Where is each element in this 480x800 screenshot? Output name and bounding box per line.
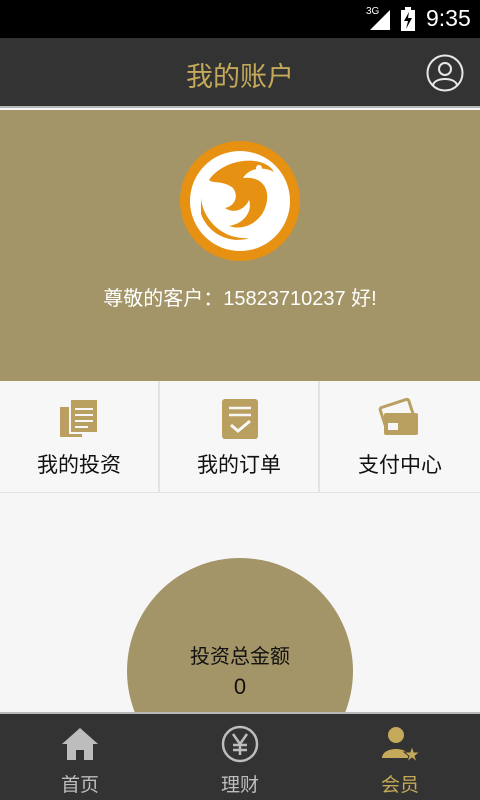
dragon-logo-icon [180, 141, 300, 261]
greeting-text: 尊敬的客户：15823710237 好! [103, 288, 377, 310]
my-investments-button[interactable]: 我的投资 [0, 381, 160, 492]
total-investment-label: 投资总金额 [190, 644, 290, 668]
card-icon [378, 397, 418, 435]
my-orders-button[interactable]: 我的订单 [160, 381, 320, 492]
quick-menu: 我的投资 我的订单 支付中心 [0, 381, 480, 493]
nav-finance[interactable]: 理财 [160, 714, 320, 800]
app-header: 我的账户 [0, 38, 480, 108]
quick-item-label: 支付中心 [358, 453, 442, 477]
signal-icon [370, 10, 390, 30]
status-bar: 3G 9:35 [0, 0, 480, 38]
battery-icon [401, 7, 415, 31]
nav-label: 首页 [60, 774, 99, 796]
home-icon [62, 728, 98, 760]
checklist-icon [222, 399, 258, 439]
user-circle-icon[interactable] [426, 54, 464, 92]
payment-center-button[interactable]: 支付中心 [320, 381, 480, 492]
quick-item-label: 我的投资 [37, 453, 121, 477]
total-investment-value: 0 [233, 674, 247, 699]
nav-member[interactable]: 会员 [320, 714, 480, 800]
investment-summary: 投资总金额 0 [0, 494, 480, 712]
page-title: 我的账户 [186, 62, 294, 93]
documents-icon [60, 398, 99, 437]
yen-icon [221, 725, 259, 763]
nav-label: 理财 [220, 774, 259, 796]
nav-label: 会员 [380, 774, 419, 796]
member-icon [382, 727, 420, 764]
clock: 9:35 [426, 5, 471, 31]
bottom-nav: 首页 理财 会员 [0, 712, 480, 800]
account-banner: 尊敬的客户：15823710237 好! [0, 110, 480, 381]
quick-item-label: 我的订单 [197, 453, 281, 477]
nav-home[interactable]: 首页 [0, 714, 160, 800]
